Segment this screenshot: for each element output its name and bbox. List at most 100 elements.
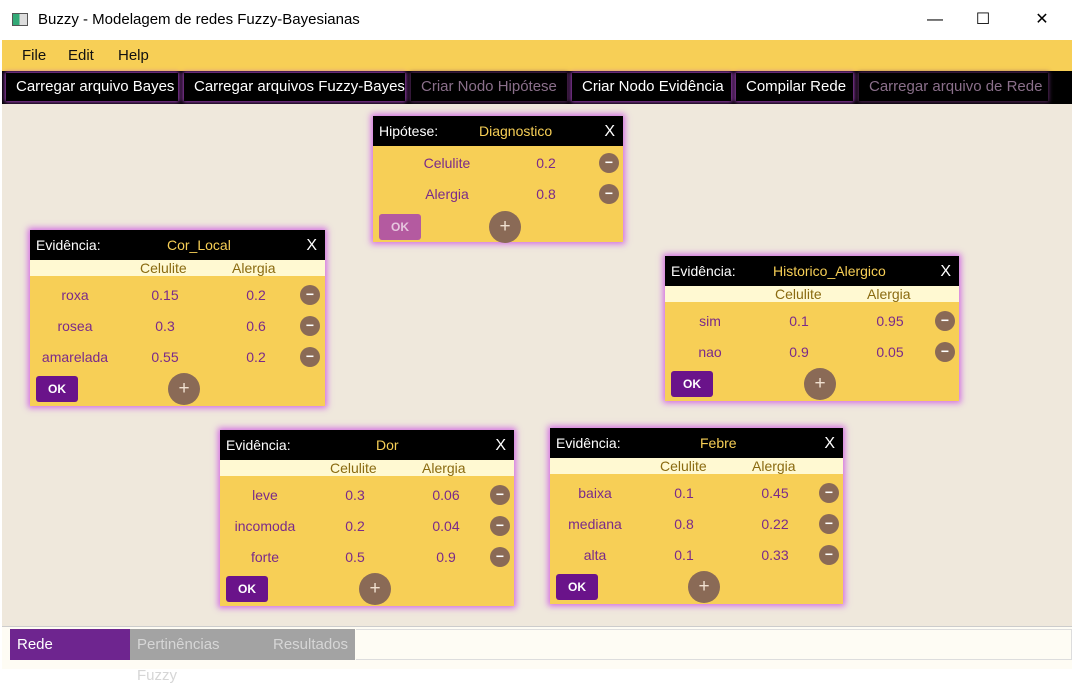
state-value[interactable]: 0.06 [426, 487, 466, 503]
node-header[interactable]: Evidência: Febre X [550, 428, 843, 458]
state-value[interactable]: 0.5 [335, 549, 375, 565]
node-header[interactable]: Evidência: Dor X [220, 430, 514, 460]
column-headers: Celulite Alergia [665, 286, 959, 302]
node-name: Dor [376, 437, 399, 453]
state-label: alta [583, 547, 607, 563]
remove-state-button[interactable]: − [819, 514, 839, 534]
create-evidence-button[interactable]: Criar Nodo Evidência [572, 73, 731, 101]
state-value[interactable]: 0.45 [755, 485, 795, 501]
ok-button[interactable]: OK [671, 371, 713, 397]
node-close-button[interactable]: X [306, 237, 317, 255]
load-fuzzy-bayes-button[interactable]: Carregar arquivos Fuzzy-Bayes [184, 73, 405, 101]
compile-network-button[interactable]: Compilar Rede [736, 73, 853, 101]
app-icon [12, 13, 28, 26]
state-value[interactable]: 0.05 [870, 344, 910, 360]
add-state-button[interactable]: + [359, 573, 391, 605]
add-state-button[interactable]: + [688, 571, 720, 603]
remove-state-button[interactable]: − [300, 347, 320, 367]
evidence-node-historico-alergico[interactable]: Evidência: Historico_Alergico X Celulite… [665, 256, 959, 401]
remove-state-button[interactable]: − [490, 547, 510, 567]
minimize-button[interactable]: — [920, 8, 950, 32]
node-header[interactable]: Evidência: Historico_Alergico X [665, 256, 959, 286]
state-value[interactable]: 0.2 [236, 349, 276, 365]
state-value[interactable]: 0.22 [755, 516, 795, 532]
remove-state-button[interactable]: − [819, 545, 839, 565]
hypothesis-node-diagnostico[interactable]: Hipótese: Diagnostico X Celulite 0.2 − A… [373, 116, 623, 243]
node-close-button[interactable]: X [495, 437, 506, 455]
column-header: Celulite [330, 460, 377, 476]
menu-help[interactable]: Help [118, 47, 149, 64]
state-value[interactable]: 0.1 [779, 313, 819, 329]
add-state-button[interactable]: + [168, 373, 200, 405]
menu-file[interactable]: File [22, 47, 46, 64]
column-header: Alergia [752, 458, 796, 474]
menu-edit[interactable]: Edit [68, 47, 94, 64]
maximize-button[interactable]: ☐ [968, 8, 998, 32]
state-value[interactable]: 0.1 [664, 547, 704, 563]
remove-state-button[interactable]: − [300, 285, 320, 305]
window-title: Buzzy - Modelagem de redes Fuzzy-Bayesia… [38, 11, 360, 28]
add-state-button[interactable]: + [489, 211, 521, 243]
remove-state-button[interactable]: − [490, 516, 510, 536]
state-value[interactable]: 0.15 [145, 287, 185, 303]
remove-state-button[interactable]: − [935, 342, 955, 362]
state-value[interactable]: 0.33 [755, 547, 795, 563]
network-canvas[interactable]: Hipótese: Diagnostico X Celulite 0.2 − A… [2, 104, 1072, 626]
state-value[interactable]: 0.3 [145, 318, 185, 334]
column-header: Celulite [140, 260, 187, 276]
tab-pertinencias-fuzzy[interactable]: Pertinências Fuzzy [130, 629, 266, 684]
add-state-button[interactable]: + [804, 368, 836, 400]
state-value[interactable]: 0.1 [664, 485, 704, 501]
state-value[interactable]: 0.04 [426, 518, 466, 534]
remove-state-button[interactable]: − [599, 184, 619, 204]
ok-button[interactable]: OK [36, 376, 78, 402]
state-value[interactable]: 0.8 [526, 186, 566, 202]
state-label: Alergia [425, 186, 469, 202]
state-value[interactable]: 0.9 [426, 549, 466, 565]
ok-button[interactable]: OK [379, 214, 421, 240]
node-kind-label: Evidência: [556, 435, 621, 451]
state-value[interactable]: 0.9 [779, 344, 819, 360]
remove-state-button[interactable]: − [300, 316, 320, 336]
create-hypothesis-button[interactable]: Criar Nodo Hipótese [411, 73, 567, 101]
state-value[interactable]: 0.8 [664, 516, 704, 532]
menu-bar: File Edit Help [2, 40, 1072, 71]
node-header[interactable]: Hipótese: Diagnostico X [373, 116, 623, 146]
remove-state-button[interactable]: − [599, 153, 619, 173]
tab-strip-spacer [356, 629, 1072, 660]
remove-state-button[interactable]: − [935, 311, 955, 331]
node-header[interactable]: Evidência: Cor_Local X [30, 230, 325, 260]
state-label: baixa [578, 485, 612, 501]
node-kind-label: Evidência: [671, 263, 736, 279]
state-label: sim [699, 313, 721, 329]
load-network-button[interactable]: Carregar arquivo de Rede [859, 73, 1048, 101]
state-value[interactable]: 0.3 [335, 487, 375, 503]
node-close-button[interactable]: X [824, 435, 835, 453]
evidence-node-cor-local[interactable]: Evidência: Cor_Local X Celulite Alergia … [30, 230, 325, 406]
evidence-node-dor[interactable]: Evidência: Dor X Celulite Alergia leve 0… [220, 430, 514, 606]
load-bayes-button[interactable]: Carregar arquivo Bayes [6, 73, 178, 101]
remove-state-button[interactable]: − [819, 483, 839, 503]
node-kind-label: Evidência: [226, 437, 291, 453]
state-value[interactable]: 0.2 [526, 155, 566, 171]
column-headers: Celulite Alergia [220, 460, 514, 476]
node-close-button[interactable]: X [940, 263, 951, 281]
node-kind-label: Evidência: [36, 237, 101, 253]
state-value[interactable]: 0.95 [870, 313, 910, 329]
state-value[interactable]: 0.2 [335, 518, 375, 534]
state-value[interactable]: 0.2 [236, 287, 276, 303]
tab-rede-bayesiana[interactable]: Rede Bayesiana [10, 629, 130, 684]
close-window-button[interactable]: ✕ [1027, 8, 1057, 32]
state-value[interactable]: 0.55 [145, 349, 185, 365]
tab-resultados[interactable]: Resultados [266, 629, 355, 660]
toolbar: Carregar arquivo Bayes Carregar arquivos… [2, 71, 1072, 104]
ok-button[interactable]: OK [556, 574, 598, 600]
remove-state-button[interactable]: − [490, 485, 510, 505]
state-label: rosea [57, 318, 93, 334]
state-value[interactable]: 0.6 [236, 318, 276, 334]
bottom-tab-bar: Rede Bayesiana Pertinências Fuzzy Result… [2, 626, 1072, 684]
ok-button[interactable]: OK [226, 576, 268, 602]
node-close-button[interactable]: X [604, 123, 615, 141]
state-label: leve [252, 487, 278, 503]
evidence-node-febre[interactable]: Evidência: Febre X Celulite Alergia baix… [550, 428, 843, 604]
